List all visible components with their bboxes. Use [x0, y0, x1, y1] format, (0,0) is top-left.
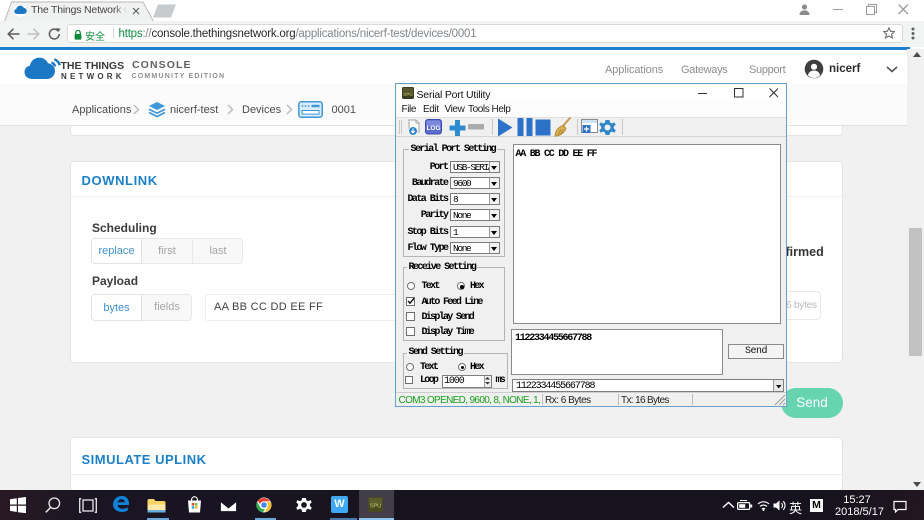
svg-text:SPU: SPU — [403, 91, 412, 96]
svg-text:LOG: LOG — [426, 124, 440, 131]
svg-text:SPU: SPU — [370, 504, 381, 510]
